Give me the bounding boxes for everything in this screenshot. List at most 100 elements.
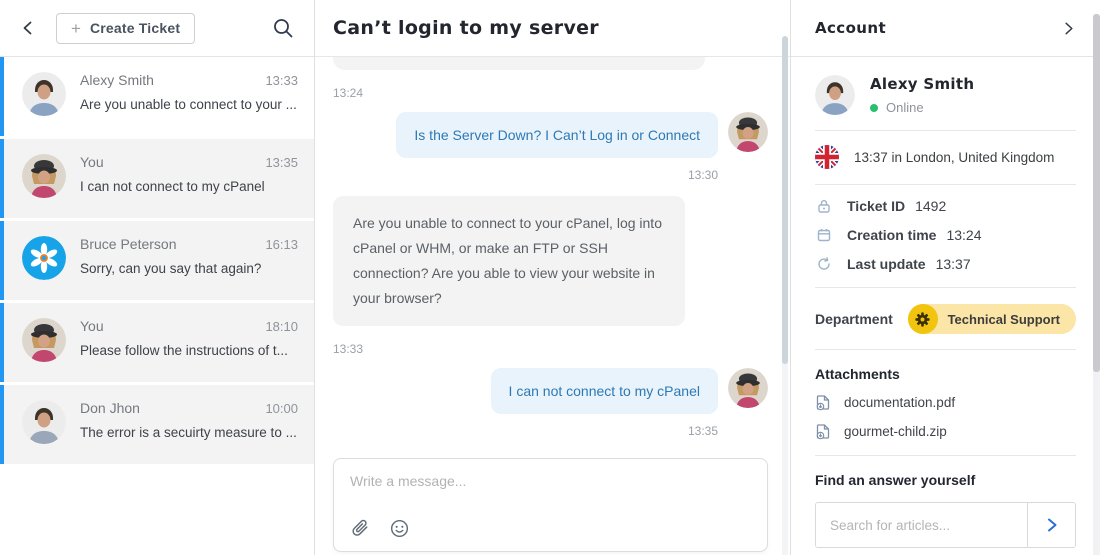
plus-icon: +: [71, 20, 81, 37]
conversation-item[interactable]: You 18:10 Please follow the instructions …: [0, 303, 314, 382]
avatar: [22, 154, 66, 198]
kb-search-input[interactable]: [816, 503, 1027, 547]
department-label: Department: [815, 311, 893, 327]
conversations-sidebar: + Create Ticket Alexy Smith13:33 Are you…: [0, 0, 315, 555]
conversation-name: Alexy Smith: [80, 72, 154, 88]
back-button[interactable]: [20, 20, 36, 36]
account-header: Account: [791, 0, 1100, 57]
creation-time-row: Creation time 13:24: [815, 227, 1076, 243]
lock-icon: [815, 198, 832, 214]
avatar: [815, 75, 855, 115]
detail-value: 13:24: [946, 227, 981, 243]
account-user: Alexy Smith Online: [815, 75, 1076, 115]
create-ticket-label: Create Ticket: [90, 20, 180, 36]
attachment-item[interactable]: documentation.pdf: [815, 394, 1076, 411]
message-input[interactable]: [350, 473, 751, 509]
detail-value: 1492: [915, 198, 946, 214]
conversation-preview: The error is a secuirty measure to ...: [80, 425, 298, 440]
emoji-button[interactable]: [389, 518, 410, 539]
chat-panel: Can’t login to my server 13:24 Is the Se…: [315, 0, 790, 555]
avatar: [728, 112, 768, 152]
divider: [815, 455, 1076, 456]
user-name: Alexy Smith: [870, 75, 974, 93]
conversation-name: Don Jhon: [80, 400, 140, 416]
detail-label: Creation time: [847, 227, 936, 243]
online-dot-icon: [870, 104, 878, 112]
conversation-name: You: [80, 154, 104, 170]
uk-flag-icon: [815, 145, 839, 169]
account-scrollbar-thumb[interactable]: [1093, 14, 1100, 372]
search-button[interactable]: [272, 17, 294, 39]
account-title: Account: [815, 19, 886, 37]
search-icon: [272, 17, 294, 39]
conversation-preview: Sorry, can you say that again?: [80, 261, 298, 276]
helpdesk-app: + Create Ticket Alexy Smith13:33 Are you…: [0, 0, 1100, 555]
message-time: 13:33: [333, 342, 768, 356]
conversation-preview: Please follow the instructions of t...: [80, 343, 298, 358]
conversation-item[interactable]: Don Jhon 10:00 The error is a secuirty me…: [0, 385, 314, 464]
conversation-time: 10:00: [265, 401, 298, 416]
ticket-id-row: Ticket ID 1492: [815, 198, 1076, 214]
refresh-icon: [815, 256, 832, 272]
conversation-time: 13:35: [265, 155, 298, 170]
attachment-name: documentation.pdf: [844, 395, 955, 410]
conversation-preview: Are you unable to connect to your ...: [80, 97, 298, 112]
kb-title: Find an answer yourself: [815, 472, 1076, 488]
avatar-logo: [22, 236, 66, 280]
outgoing-message-bubble: Is the Server Down? I Can’t Log in or Co…: [396, 112, 718, 158]
last-update-row: Last update 13:37: [815, 256, 1076, 272]
incoming-message-bubble: Are you unable to connect to your cPanel…: [333, 196, 685, 326]
detail-label: Last update: [847, 256, 926, 272]
conversation-time: 16:13: [265, 237, 298, 252]
attachment-item[interactable]: gourmet-child.zip: [815, 423, 1076, 440]
message-row-outgoing: Is the Server Down? I Can’t Log in or Co…: [333, 112, 768, 158]
chat-header: Can’t login to my server: [315, 0, 790, 57]
user-status: Online: [886, 100, 924, 115]
local-time-text: 13:37 in London, United Kingdom: [854, 150, 1054, 165]
outgoing-message-bubble: I can not connect to my cPanel: [491, 368, 718, 414]
attachments-title: Attachments: [815, 366, 1076, 382]
department-value: Technical Support: [948, 312, 1060, 327]
department-row: Department Technical Support: [815, 304, 1076, 334]
message-time: 13:30: [333, 168, 768, 182]
conversation-name: You: [80, 318, 104, 334]
file-download-icon: [815, 423, 832, 440]
conversation-item[interactable]: Bruce Peterson 16:13 Sorry, can you say t…: [0, 221, 314, 300]
paperclip-icon: [350, 518, 371, 539]
attachment-name: gourmet-child.zip: [844, 424, 947, 439]
conversation-time: 18:10: [265, 319, 298, 334]
kb-search-submit-button[interactable]: [1027, 503, 1075, 547]
detail-value: 13:37: [936, 256, 971, 272]
chevron-right-icon: [1044, 517, 1060, 533]
detail-label: Ticket ID: [847, 198, 905, 214]
message-composer: [333, 458, 768, 552]
collapse-panel-button[interactable]: [1061, 21, 1076, 36]
gear-icon: [908, 304, 938, 334]
conversation-item[interactable]: You 13:35 I can not connect to my cPanel: [0, 139, 314, 218]
avatar: [22, 72, 66, 116]
attach-button[interactable]: [350, 518, 371, 539]
divider: [815, 130, 1076, 131]
conversation-item[interactable]: Alexy Smith13:33 Are you unable to conne…: [0, 57, 314, 136]
message-row-outgoing: I can not connect to my cPanel: [333, 368, 768, 414]
partial-message-bubble: [333, 57, 705, 70]
conversation-name: Bruce Peterson: [80, 236, 177, 252]
chevron-left-icon: [20, 20, 36, 36]
avatar: [728, 368, 768, 408]
local-time-row: 13:37 in London, United Kingdom: [815, 145, 1076, 169]
divider: [815, 184, 1076, 185]
conversation-list: Alexy Smith13:33 Are you unable to conne…: [0, 57, 314, 555]
avatar: [22, 318, 66, 362]
create-ticket-button[interactable]: + Create Ticket: [56, 13, 195, 44]
message-time: 13:35: [333, 424, 768, 438]
conversation-preview: I can not connect to my cPanel: [80, 179, 298, 194]
divider: [815, 287, 1076, 288]
account-panel: Account Alexy Smith Online: [790, 0, 1100, 555]
message-thread: 13:24 Is the Server Down? I Can’t Log in…: [315, 57, 790, 555]
avatar: [22, 400, 66, 444]
chat-title: Can’t login to my server: [333, 17, 599, 39]
calendar-icon: [815, 227, 832, 243]
chat-scrollbar-thumb[interactable]: [782, 36, 788, 364]
message-time: 13:24: [333, 86, 768, 100]
chevron-right-icon: [1061, 21, 1076, 36]
